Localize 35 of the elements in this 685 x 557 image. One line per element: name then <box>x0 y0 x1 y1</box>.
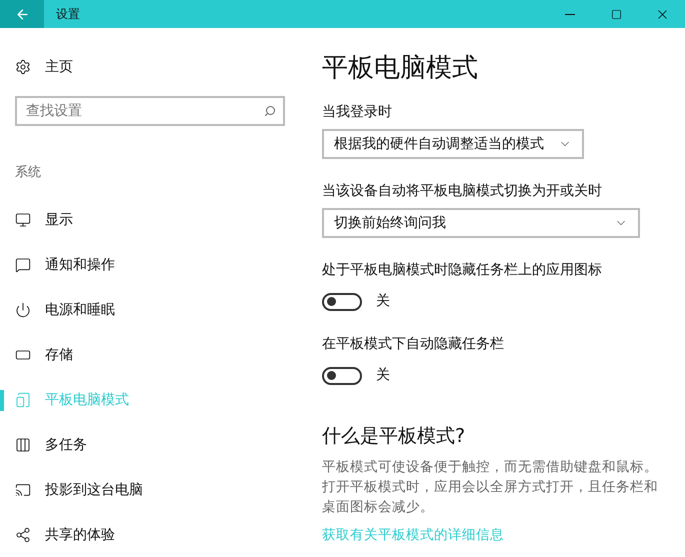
window-title: 设置 <box>56 6 80 23</box>
nav-item[interactable]: 存储 <box>0 332 300 378</box>
setting-label: 当该设备自动将平板电脑模式切换为开或关时 <box>322 182 603 201</box>
monitor-icon <box>15 212 31 228</box>
message-icon <box>15 257 31 273</box>
toggle-state: 关 <box>376 292 390 311</box>
back-icon <box>14 6 30 22</box>
toggle-state: 关 <box>376 366 390 385</box>
search-field[interactable]: 查找设置 <box>15 96 285 126</box>
maximize-icon <box>610 8 622 20</box>
settings-icon <box>15 59 31 75</box>
dropdown[interactable]: 根据我的硬件自动调整适当的模式 <box>322 129 584 159</box>
nav-item[interactable]: 显示 <box>0 198 300 242</box>
multitask-icon <box>15 437 31 453</box>
setting-label: 在平板模式下自动隐藏任务栏 <box>322 335 505 354</box>
setting-label: 处于平板电脑模式时隐藏任务栏上的应用图标 <box>322 261 603 280</box>
section-heading: 什么是平板模式? <box>322 424 466 449</box>
home-item[interactable]: 主页 <box>0 56 300 78</box>
nav-item[interactable]: 电源和睡眠 <box>0 288 300 332</box>
description-text: 平板模式可使设备便于触控，而无需借助键盘和鼠标。打开平板模式时，应用会以全屏方式打开，且任务栏和桌面图标会减少。 <box>322 458 659 516</box>
toggle-switch[interactable] <box>322 366 362 384</box>
nav-item[interactable]: 共享的体验 <box>0 512 300 557</box>
toggle-switch[interactable] <box>322 292 362 310</box>
section-heading: 系统 <box>15 164 42 182</box>
setting-label: 当我登录时 <box>322 103 393 122</box>
power-icon <box>15 302 31 318</box>
dropdown[interactable]: 切换前始终询问我 <box>322 208 640 238</box>
nav-item[interactable]: 多任务 <box>0 422 300 468</box>
page-title: 平板电脑模式 <box>322 52 479 85</box>
back-button[interactable] <box>0 0 44 28</box>
search-icon <box>264 105 276 117</box>
tablet-icon <box>15 392 31 408</box>
nav-item[interactable]: 投影到这台电脑 <box>0 468 300 512</box>
share-icon <box>15 527 31 543</box>
nav-item[interactable]: 通知和操作 <box>0 242 300 288</box>
